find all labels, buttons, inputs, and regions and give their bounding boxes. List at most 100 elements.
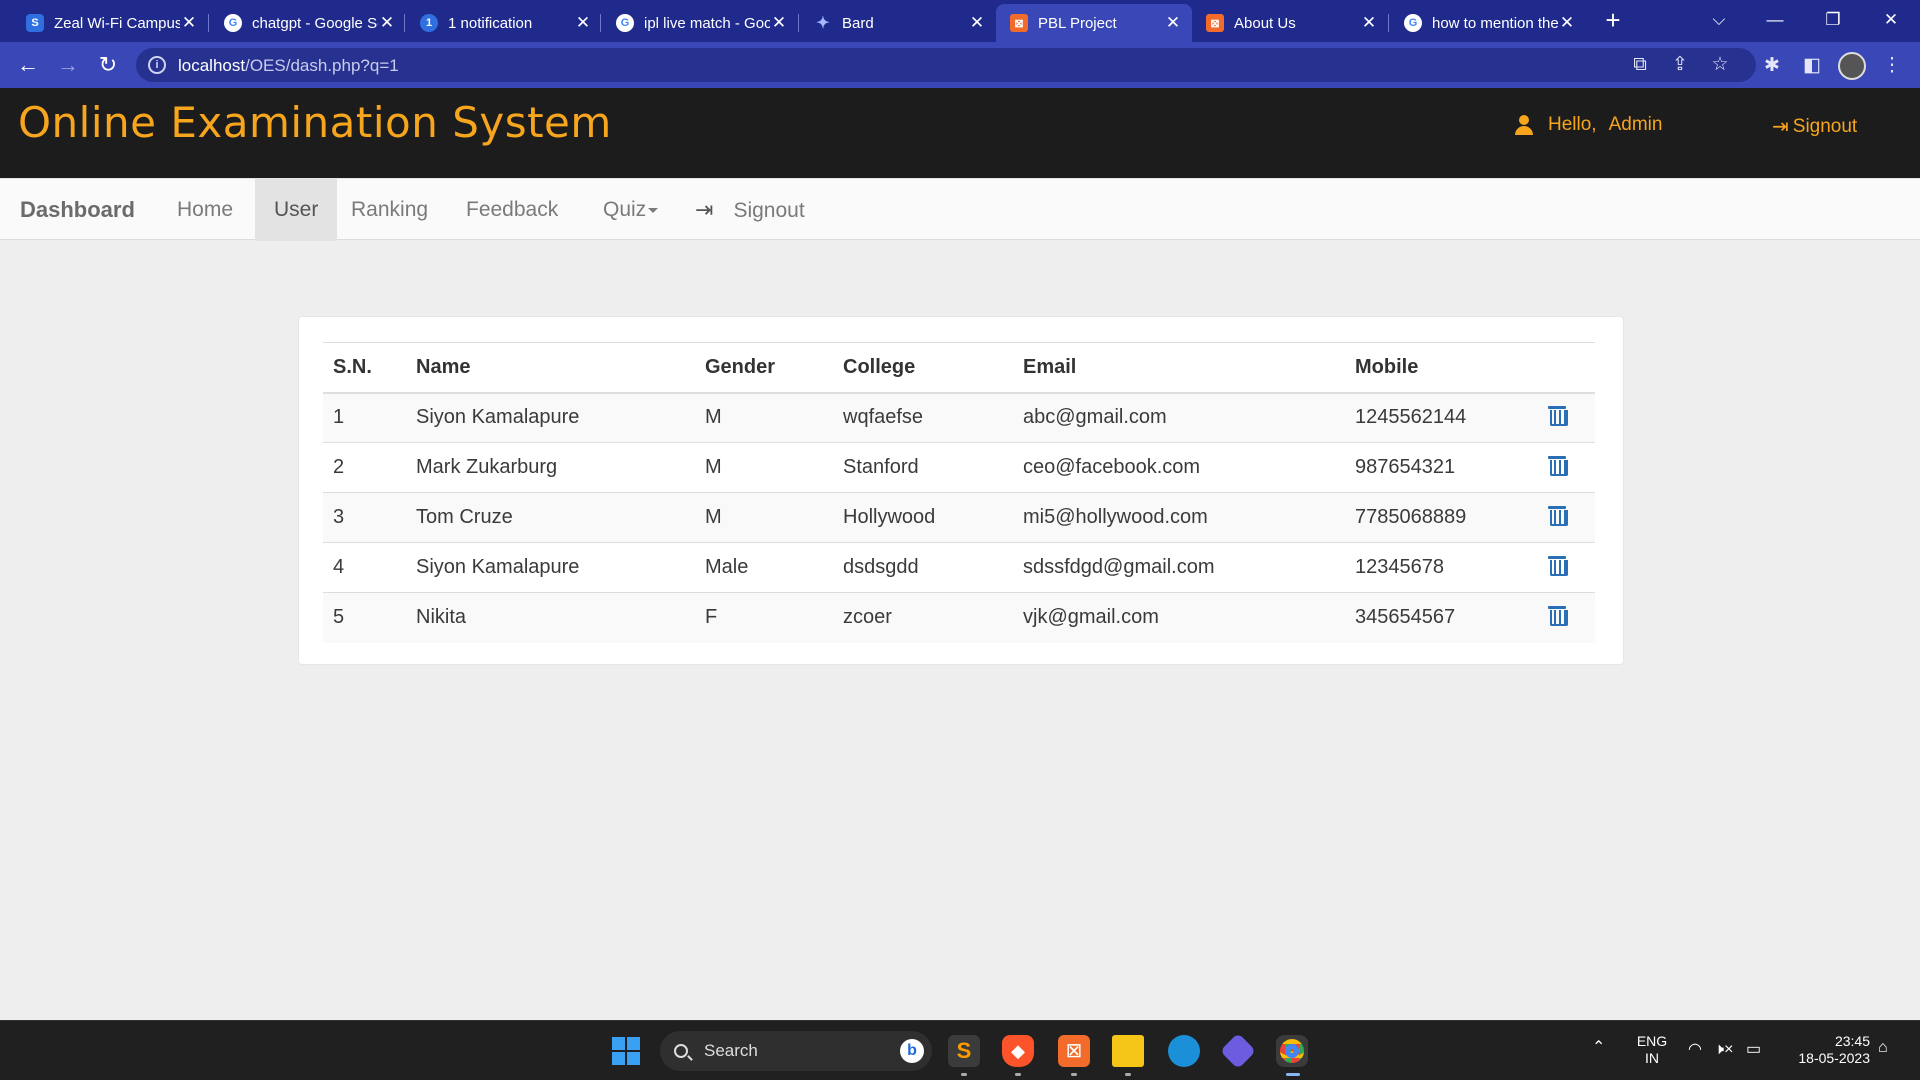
close-icon[interactable]: ✕ <box>968 13 986 33</box>
header-signout-link[interactable]: ⇥ Signout <box>1772 114 1857 139</box>
close-icon[interactable]: ✕ <box>378 13 396 33</box>
cell-mobile: 12345678 <box>1345 542 1540 593</box>
logout-icon: ⇥ <box>1772 116 1789 138</box>
tab-title: ipl live match - Google <box>644 14 770 32</box>
col-header-name: Name <box>406 342 695 394</box>
windows-start-icon[interactable] <box>612 1037 640 1065</box>
minimize-icon[interactable]: — <box>1748 4 1802 36</box>
browser-tab[interactable]: G chatgpt - Google Search ✕ <box>210 4 406 42</box>
close-icon[interactable]: ✕ <box>180 13 198 33</box>
col-header-gender: Gender <box>695 342 833 394</box>
cell-college: Stanford <box>833 442 1013 493</box>
nav-item-quiz[interactable]: Quiz <box>584 179 677 241</box>
nav-item-signout[interactable]: ⇥ Signout <box>676 179 824 241</box>
sublime-text-icon[interactable]: S <box>948 1035 980 1067</box>
browser-tab[interactable]: G how to mention the ✕ <box>1390 4 1586 42</box>
username-link[interactable]: Admin <box>1609 114 1663 136</box>
user-icon <box>1514 115 1534 135</box>
close-icon[interactable]: ✕ <box>1360 13 1378 33</box>
site-title[interactable]: Online Examination System <box>18 98 612 147</box>
share-icon[interactable]: ⇪ <box>1668 53 1692 77</box>
bing-icon[interactable]: b <box>900 1039 924 1063</box>
browser-tab[interactable]: ✦ Bard ✕ <box>800 4 996 42</box>
nav-item-home[interactable]: Home <box>158 179 252 241</box>
file-explorer-icon[interactable] <box>1112 1035 1144 1067</box>
edge-browser-icon[interactable] <box>1168 1035 1200 1067</box>
notification-bell-icon[interactable]: ⌂ <box>1878 1039 1888 1056</box>
table-row: 5 Nikita F zcoer vjk@gmail.com 345654567 <box>323 592 1595 643</box>
nav-item-feedback[interactable]: Feedback <box>447 179 577 241</box>
show-hidden-chevron-icon[interactable]: ⌃ <box>1592 1039 1605 1056</box>
cell-gender: F <box>695 592 833 643</box>
chrome-icon[interactable] <box>1280 1039 1304 1063</box>
extensions-puzzle-icon[interactable]: ✱ <box>1760 54 1784 78</box>
cell-email: mi5@hollywood.com <box>1013 492 1345 543</box>
nav-item-user[interactable]: User <box>255 179 338 241</box>
nav-brand-dashboard[interactable]: Dashboard <box>1 179 154 241</box>
taskbar-search[interactable]: Search b <box>660 1031 932 1071</box>
forward-arrow-icon[interactable]: → <box>54 51 82 79</box>
clock[interactable]: 23:45 18-05-2023 <box>1784 1033 1870 1067</box>
browser-tab[interactable]: S Zeal Wi-Fi Campus ✕ <box>12 4 208 42</box>
browser-tab[interactable]: G ipl live match - Google ✕ <box>602 4 798 42</box>
brave-browser-icon[interactable]: ◆ <box>1002 1035 1034 1067</box>
clock-time: 23:45 <box>1834 1033 1870 1049</box>
bard-icon: ✦ <box>816 15 830 32</box>
google-icon: G <box>616 14 634 32</box>
close-icon[interactable]: ✕ <box>1164 13 1182 33</box>
restore-icon[interactable]: ❐ <box>1806 4 1860 36</box>
site-info-icon[interactable]: i <box>148 56 166 74</box>
close-icon[interactable]: ✕ <box>1558 13 1576 33</box>
trash-icon[interactable] <box>1548 405 1568 426</box>
tab-title: PBL Project <box>1038 14 1117 32</box>
cell-gender: M <box>695 442 833 493</box>
volume-muted-icon[interactable]: 🕨× <box>1714 1041 1733 1058</box>
tab-title: 1 notification <box>448 14 533 32</box>
col-header-sn: S.N. <box>323 342 406 394</box>
back-arrow-icon[interactable]: ← <box>14 51 42 79</box>
new-tab-plus-icon[interactable]: + <box>1598 6 1628 36</box>
language-indicator[interactable]: ENG IN <box>1632 1033 1672 1067</box>
trash-icon[interactable] <box>1548 555 1568 576</box>
running-indicator <box>1015 1073 1021 1076</box>
cell-gender: M <box>695 492 833 543</box>
windows-taskbar: Search b S ◆ ⊠ ⌃ ENG IN ◠ 🕨× ▭ 23:45 18-… <box>0 1020 1920 1080</box>
trash-icon[interactable] <box>1548 605 1568 626</box>
cell-name: Siyon Kamalapure <box>406 542 695 593</box>
bookmark-star-icon[interactable]: ☆ <box>1708 53 1732 77</box>
xampp-icon[interactable]: ⊠ <box>1058 1035 1090 1067</box>
translate-icon[interactable]: ⧉ <box>1628 53 1652 77</box>
profile-avatar[interactable] <box>1838 52 1866 80</box>
window-close-icon[interactable]: ✕ <box>1864 4 1918 36</box>
menu-kebab-icon[interactable]: ⋮ <box>1880 54 1904 78</box>
copilot-app-icon[interactable] <box>1219 1032 1257 1070</box>
nav-item-ranking[interactable]: Ranking <box>332 179 447 241</box>
greeting-text: Hello, <box>1548 114 1597 135</box>
address-bar[interactable]: i localhost/OES/dash.php?q=1 ⧉ ⇪ ☆ <box>136 48 1756 82</box>
cell-college: dsdsgdd <box>833 542 1013 593</box>
cell-sn: 4 <box>323 542 406 593</box>
battery-icon[interactable]: ▭ <box>1746 1041 1761 1058</box>
cell-sn: 2 <box>323 442 406 493</box>
tab-title: how to mention the <box>1432 14 1558 32</box>
trash-icon[interactable] <box>1548 505 1568 526</box>
trash-icon[interactable] <box>1548 455 1568 476</box>
cell-action <box>1540 492 1595 543</box>
cell-college: zcoer <box>833 592 1013 643</box>
browser-tab[interactable]: 1 1 notification ✕ <box>406 4 602 42</box>
google-icon: G <box>224 14 242 32</box>
wifi-icon[interactable]: ◠ <box>1688 1041 1702 1058</box>
browser-tab-active[interactable]: ⊠ PBL Project ✕ <box>996 4 1192 42</box>
side-panel-icon[interactable]: ◧ <box>1800 54 1824 78</box>
running-indicator <box>1125 1073 1131 1076</box>
cell-college: wqfaefse <box>833 392 1013 443</box>
browser-tab[interactable]: ⊠ About Us ✕ <box>1192 4 1388 42</box>
tab-separator <box>404 14 405 32</box>
signout-label: Signout <box>733 199 805 222</box>
reload-icon[interactable]: ↻ <box>94 51 122 79</box>
close-icon[interactable]: ✕ <box>574 13 592 33</box>
url-text: localhost/OES/dash.php?q=1 <box>178 56 399 76</box>
tab-search-chevron-icon[interactable]: ⌵ <box>1692 4 1746 36</box>
close-icon[interactable]: ✕ <box>770 13 788 33</box>
tab-separator <box>208 14 209 32</box>
